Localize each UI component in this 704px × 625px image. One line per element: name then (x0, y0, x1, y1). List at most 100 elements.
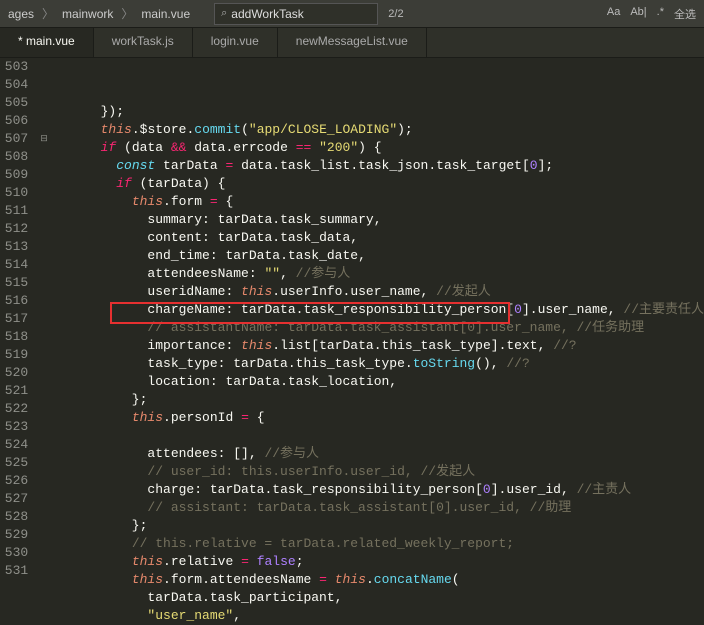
breadcrumb-sep: 〉 (42, 5, 54, 22)
fold-marker (38, 562, 50, 580)
code-line[interactable]: this.personId = { (54, 409, 704, 427)
fold-marker (38, 256, 50, 274)
fold-marker (38, 364, 50, 382)
line-number: 514 (0, 256, 28, 274)
line-number: 527 (0, 490, 28, 508)
line-number: 531 (0, 562, 28, 580)
code-line[interactable]: if (tarData) { (54, 175, 704, 193)
code-line[interactable]: chargeName: tarData.task_responsibility_… (54, 301, 704, 319)
code-line[interactable]: const tarData = data.task_list.task_json… (54, 157, 704, 175)
fold-marker (38, 400, 50, 418)
line-number: 529 (0, 526, 28, 544)
breadcrumb-sep: 〉 (121, 5, 133, 22)
line-number: 504 (0, 76, 28, 94)
code-line[interactable]: this.form = { (54, 193, 704, 211)
line-number: 524 (0, 436, 28, 454)
fold-marker (38, 202, 50, 220)
fold-marker (38, 472, 50, 490)
code-line[interactable]: attendeesName: "", //参与人 (54, 265, 704, 283)
search-options: Aa Ab| .* 全选 (607, 6, 704, 22)
code-line[interactable]: // this.relative = tarData.related_weekl… (54, 535, 704, 553)
code-line[interactable]: task_type: tarData.this_task_type.toStri… (54, 355, 704, 373)
code-line[interactable]: // user_id: this.userInfo.user_id, //发起人 (54, 463, 704, 481)
line-number: 511 (0, 202, 28, 220)
fold-marker (38, 454, 50, 472)
code-line[interactable]: location: tarData.task_location, (54, 373, 704, 391)
code-line[interactable]: charge: tarData.task_responsibility_pers… (54, 481, 704, 499)
code-line[interactable]: // assistantName: tarData.task_assistant… (54, 319, 704, 337)
code-line[interactable]: this.form.attendeesName = this.concatNam… (54, 571, 704, 589)
code-line[interactable]: attendees: [], //参与人 (54, 445, 704, 463)
line-number: 510 (0, 184, 28, 202)
line-number: 512 (0, 220, 28, 238)
line-number: 513 (0, 238, 28, 256)
fold-marker (38, 544, 50, 562)
breadcrumb-item[interactable]: main.vue (133, 7, 198, 21)
code-line[interactable]: useridName: this.userInfo.user_name, //发… (54, 283, 704, 301)
fold-marker (38, 58, 50, 76)
line-number-gutter: 5035045055065075085095105115125135145155… (0, 58, 38, 625)
code-line[interactable]: content: tarData.task_data, (54, 229, 704, 247)
fold-marker (38, 328, 50, 346)
fold-marker (38, 382, 50, 400)
fold-marker (38, 508, 50, 526)
line-number: 530 (0, 544, 28, 562)
code-line[interactable]: }); (54, 103, 704, 121)
code-line[interactable]: importance: this.list[tarData.this_task_… (54, 337, 704, 355)
line-number: 526 (0, 472, 28, 490)
fold-marker[interactable]: ⊟ (38, 130, 50, 148)
search-input[interactable] (231, 7, 371, 21)
opt-selectall[interactable]: 全选 (674, 6, 696, 22)
code-line[interactable]: tarData.task_participant, (54, 589, 704, 607)
fold-marker (38, 526, 50, 544)
line-number: 503 (0, 58, 28, 76)
line-number: 506 (0, 112, 28, 130)
fold-marker (38, 238, 50, 256)
line-number: 508 (0, 148, 28, 166)
line-number: 518 (0, 328, 28, 346)
code-line[interactable] (54, 427, 704, 445)
tab-main-vue[interactable]: main.vue (0, 28, 94, 57)
fold-marker (38, 76, 50, 94)
line-number: 528 (0, 508, 28, 526)
code-line[interactable]: end_time: tarData.task_date, (54, 247, 704, 265)
line-number: 521 (0, 382, 28, 400)
line-number: 525 (0, 454, 28, 472)
fold-marker (38, 292, 50, 310)
opt-word[interactable]: Ab| (630, 6, 646, 22)
tab-bar: main.vueworkTask.jslogin.vuenewMessageLi… (0, 28, 704, 58)
search-icon: ⌕ (221, 7, 227, 20)
code-line[interactable]: "user_name", (54, 607, 704, 625)
fold-marker (38, 346, 50, 364)
breadcrumb-item[interactable]: mainwork (54, 7, 121, 21)
search-count: 2/2 (388, 8, 403, 20)
line-number: 516 (0, 292, 28, 310)
breadcrumb-item[interactable]: ages (0, 7, 42, 21)
code-line[interactable]: this.relative = false; (54, 553, 704, 571)
code-line[interactable]: // assistant: tarData.task_assistant[0].… (54, 499, 704, 517)
opt-regex[interactable]: .* (657, 6, 664, 22)
code-line[interactable]: this.$store.commit("app/CLOSE_LOADING"); (54, 121, 704, 139)
tab-newMessageList-vue[interactable]: newMessageList.vue (278, 28, 427, 57)
fold-marker (38, 274, 50, 292)
line-number: 507 (0, 130, 28, 148)
fold-marker (38, 310, 50, 328)
tab-login-vue[interactable]: login.vue (193, 28, 278, 57)
code-line[interactable]: }; (54, 391, 704, 409)
line-number: 523 (0, 418, 28, 436)
code-area[interactable]: }); this.$store.commit("app/CLOSE_LOADIN… (50, 58, 704, 625)
code-line[interactable]: summary: tarData.task_summary, (54, 211, 704, 229)
code-line[interactable]: if (data && data.errcode == "200") { (54, 139, 704, 157)
fold-marker (38, 166, 50, 184)
line-number: 515 (0, 274, 28, 292)
line-number: 519 (0, 346, 28, 364)
tab-workTask-js[interactable]: workTask.js (94, 28, 193, 57)
code-line[interactable]: }; (54, 517, 704, 535)
fold-marker (38, 148, 50, 166)
editor[interactable]: 5035045055065075085095105115125135145155… (0, 58, 704, 625)
fold-marker (38, 436, 50, 454)
opt-case[interactable]: Aa (607, 6, 620, 22)
search-bar: ⌕ (214, 3, 378, 25)
fold-marker (38, 112, 50, 130)
fold-marker (38, 490, 50, 508)
